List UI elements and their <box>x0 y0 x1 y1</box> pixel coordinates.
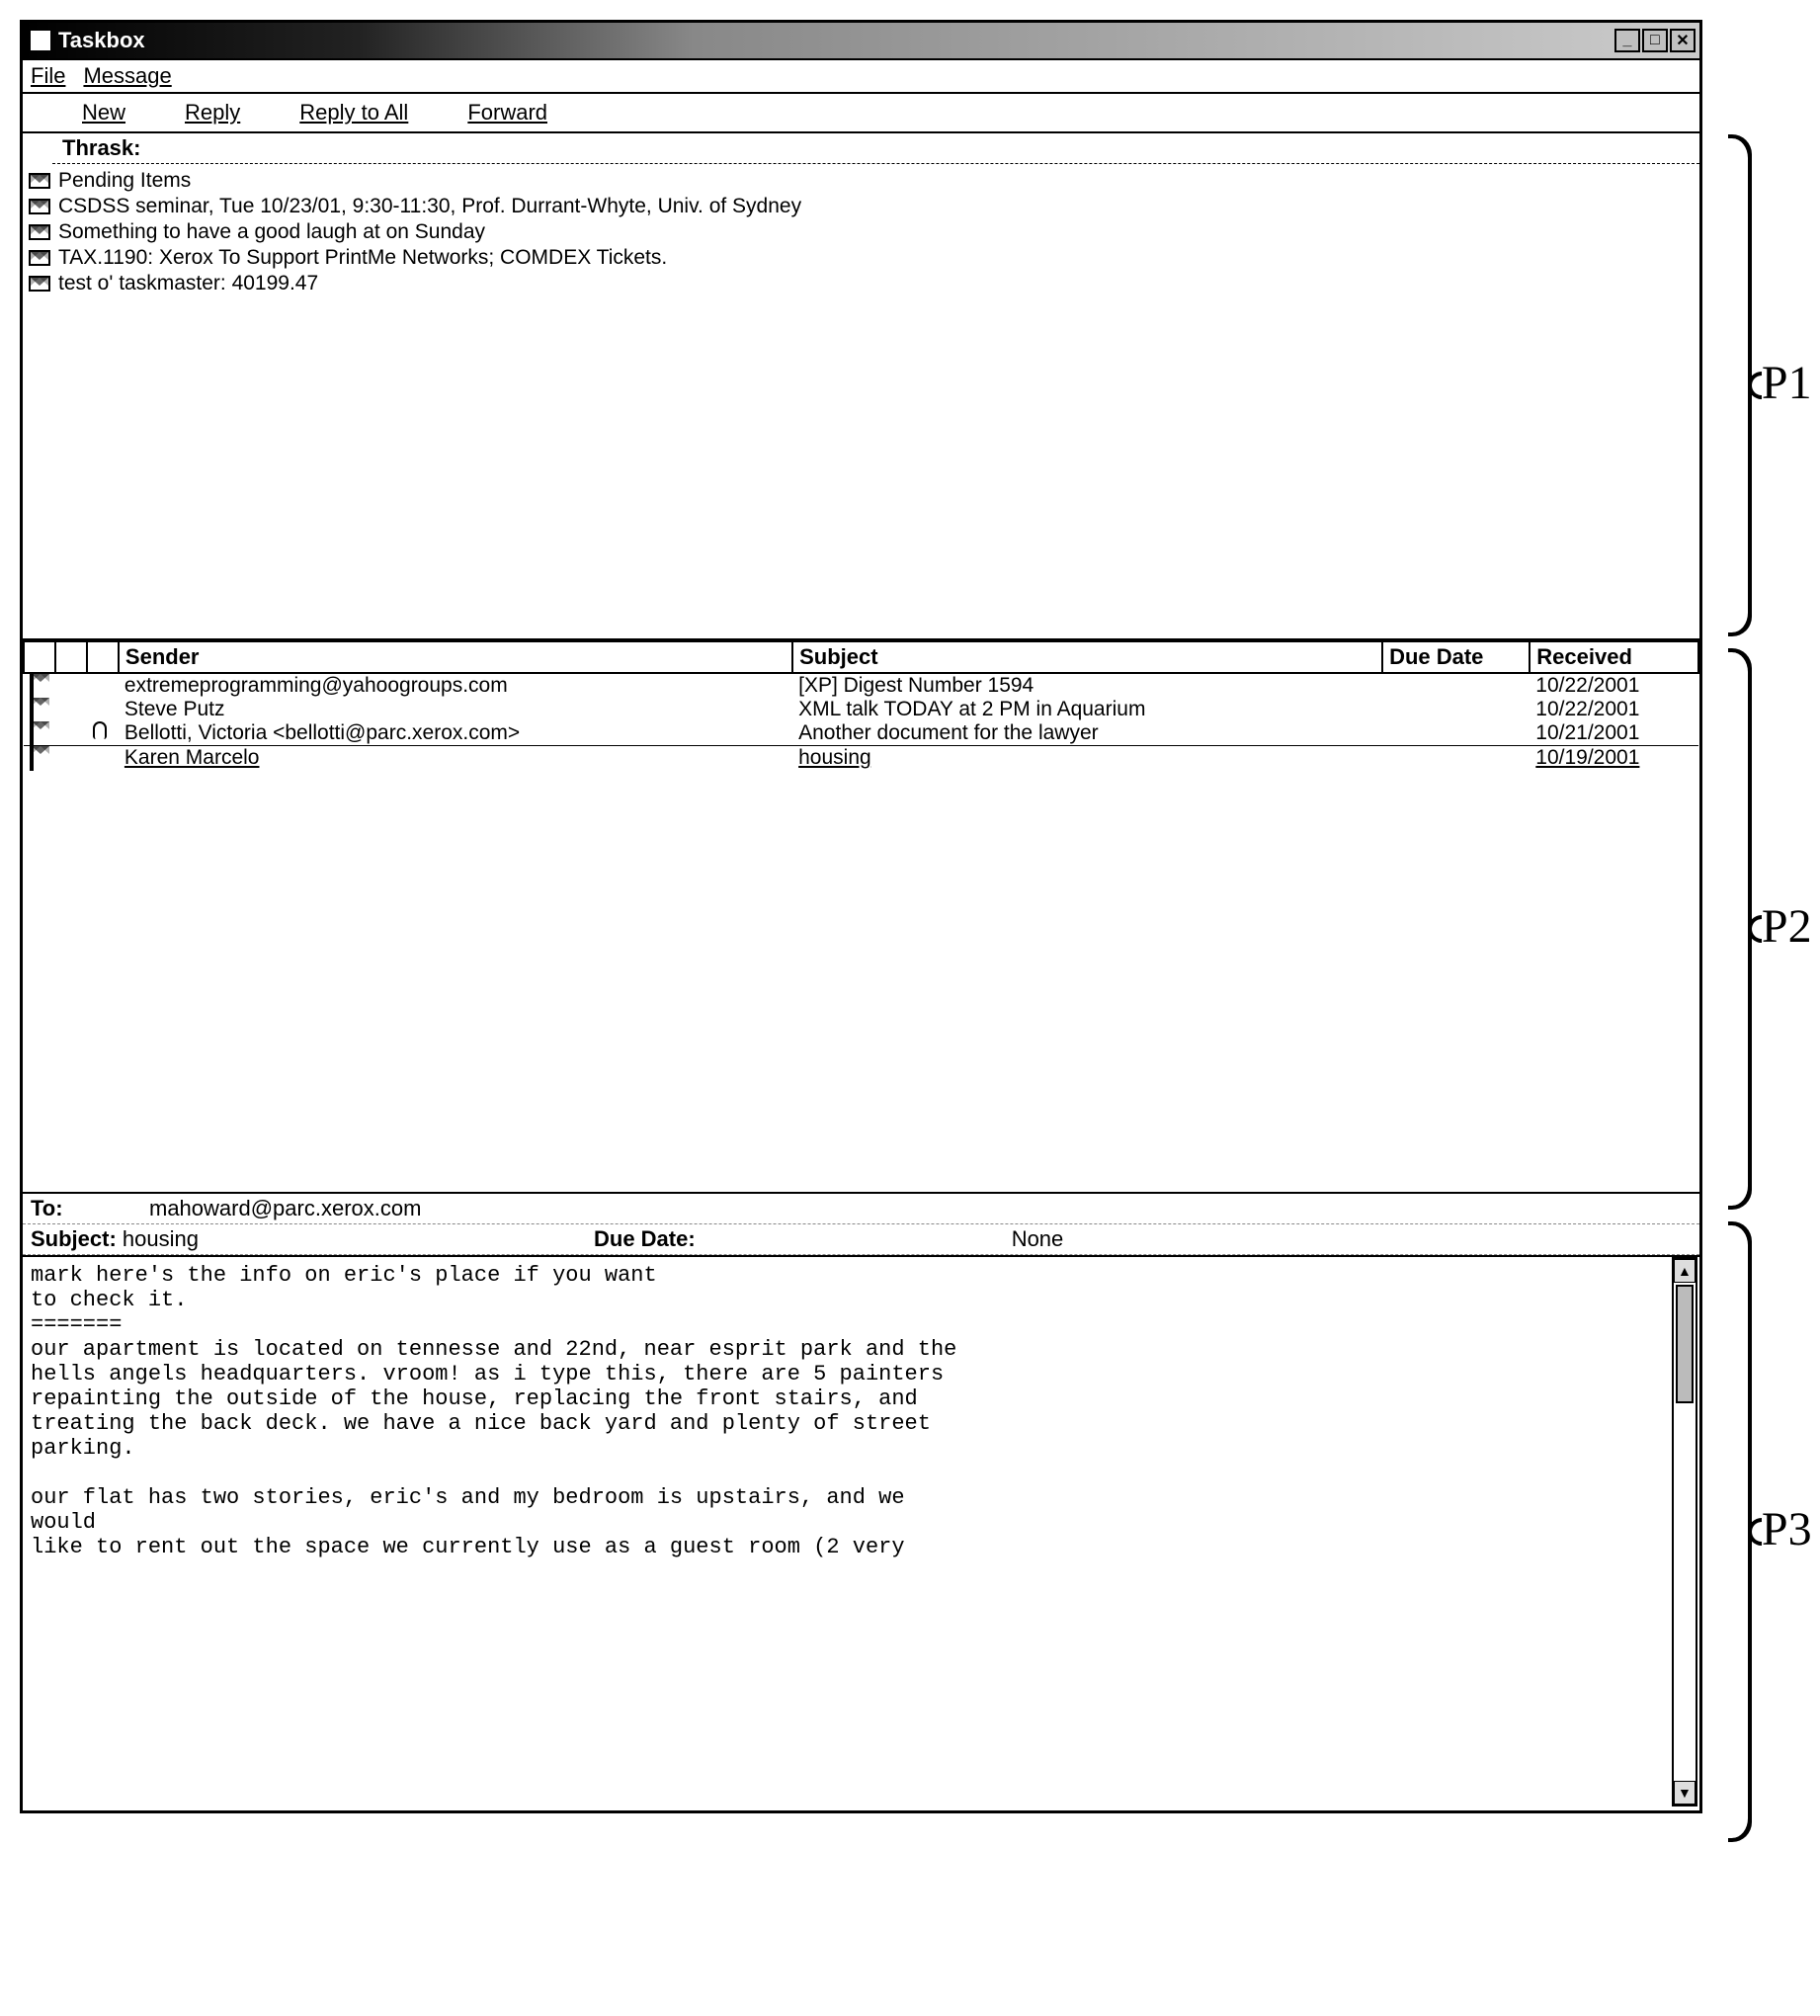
subject-value: housing <box>123 1226 199 1251</box>
window-controls: _ □ ✕ <box>1614 29 1696 52</box>
subject-label: Subject: <box>31 1226 117 1251</box>
table-header-row: Sender Subject Due Date Received <box>24 641 1698 673</box>
scroll-up-icon[interactable]: ▲ <box>1674 1259 1696 1283</box>
message-table: Sender Subject Due Date Received extreme… <box>23 640 1699 770</box>
col-subject[interactable]: Subject <box>792 641 1382 673</box>
to-value: mahoward@parc.xerox.com <box>149 1196 421 1221</box>
preview-header: To: mahoward@parc.xerox.com Subject: hou… <box>23 1194 1699 1257</box>
col-due[interactable]: Due Date <box>1382 641 1530 673</box>
mail-icon <box>29 224 50 240</box>
menubar: File Message <box>23 60 1699 94</box>
pane-annotations: P1 P2 P3 <box>1712 20 1800 1813</box>
due-date-label: Due Date: <box>594 1226 696 1252</box>
thrask-item-label: Something to have a good laugh at on Sun… <box>58 220 485 244</box>
cell-subject: [XP] Digest Number 1594 <box>792 673 1382 698</box>
col-status[interactable] <box>24 641 55 673</box>
thrask-item-label: test o' taskmaster: 40199.47 <box>58 272 318 295</box>
mail-icon <box>30 696 34 722</box>
cell-sender: Karen Marcelo <box>119 746 792 771</box>
thrask-item[interactable]: test o' taskmaster: 40199.47 <box>29 271 1694 296</box>
thrask-header: Thrask: <box>52 133 1699 164</box>
vertical-scrollbar[interactable]: ▲ ▼ <box>1672 1257 1697 1806</box>
col-icon[interactable] <box>55 641 87 673</box>
reply-all-button[interactable]: Reply to All <box>299 100 408 126</box>
reply-button[interactable]: Reply <box>185 100 240 126</box>
titlebar: Taskbox _ □ ✕ <box>23 23 1699 60</box>
due-date-value: None <box>1012 1226 1064 1252</box>
thrask-item-label: Pending Items <box>58 169 191 193</box>
cell-received: 10/22/2001 <box>1530 673 1698 698</box>
thrask-pane: Thrask: Pending Items CSDSS seminar, Tue… <box>23 133 1699 640</box>
app-window: Taskbox _ □ ✕ File Message New Reply Rep… <box>20 20 1702 1813</box>
label-p2: P2 <box>1762 899 1812 954</box>
minimize-button[interactable]: _ <box>1614 29 1640 52</box>
attachment-icon <box>93 721 107 739</box>
thrask-item[interactable]: TAX.1190: Xerox To Support PrintMe Netwo… <box>29 245 1694 271</box>
menu-message[interactable]: Message <box>83 63 171 89</box>
mail-icon <box>30 744 34 771</box>
label-p3: P3 <box>1762 1502 1812 1556</box>
message-body[interactable]: mark here's the info on eric's place if … <box>23 1257 1699 1810</box>
mail-icon <box>29 199 50 214</box>
cell-sender: Steve Putz <box>119 698 792 721</box>
table-row[interactable]: Karen Marcelo housing 10/19/2001 <box>24 746 1698 771</box>
preview-pane: To: mahoward@parc.xerox.com Subject: hou… <box>23 1194 1699 1810</box>
col-attach[interactable] <box>87 641 119 673</box>
message-list-pane: Sender Subject Due Date Received extreme… <box>23 640 1699 1194</box>
thrask-item[interactable]: CSDSS seminar, Tue 10/23/01, 9:30-11:30,… <box>29 194 1694 219</box>
scroll-down-icon[interactable]: ▼ <box>1674 1781 1696 1805</box>
mail-icon <box>30 672 34 699</box>
cell-subject: housing <box>792 746 1382 771</box>
thrask-item[interactable]: Something to have a good laugh at on Sun… <box>29 219 1694 245</box>
mail-icon <box>29 250 50 266</box>
maximize-button[interactable]: □ <box>1642 29 1668 52</box>
toolbar: New Reply Reply to All Forward <box>23 94 1699 133</box>
cell-sender: Bellotti, Victoria <bellotti@parc.xerox.… <box>119 721 792 746</box>
cell-sender: extremeprogramming@yahoogroups.com <box>119 673 792 698</box>
close-button[interactable]: ✕ <box>1670 29 1696 52</box>
table-row[interactable]: Bellotti, Victoria <bellotti@parc.xerox.… <box>24 721 1698 746</box>
table-row[interactable]: Steve Putz XML talk TODAY at 2 PM in Aqu… <box>24 698 1698 721</box>
cell-subject: XML talk TODAY at 2 PM in Aquarium <box>792 698 1382 721</box>
col-received[interactable]: Received <box>1530 641 1698 673</box>
cell-due <box>1382 721 1530 746</box>
new-button[interactable]: New <box>82 100 125 126</box>
window-title: Taskbox <box>58 28 145 53</box>
mail-icon <box>30 719 34 746</box>
cell-received: 10/19/2001 <box>1530 746 1698 771</box>
thrask-list[interactable]: Pending Items CSDSS seminar, Tue 10/23/0… <box>23 164 1699 638</box>
cell-received: 10/22/2001 <box>1530 698 1698 721</box>
cell-subject: Another document for the lawyer <box>792 721 1382 746</box>
to-label: To: <box>31 1196 129 1221</box>
app-icon <box>31 31 50 50</box>
scroll-thumb[interactable] <box>1676 1285 1694 1403</box>
thrask-item-label: TAX.1190: Xerox To Support PrintMe Netwo… <box>58 246 667 270</box>
cell-due <box>1382 698 1530 721</box>
mail-icon <box>29 276 50 292</box>
cell-due <box>1382 673 1530 698</box>
mail-icon <box>29 173 50 189</box>
table-row[interactable]: extremeprogramming@yahoogroups.com [XP] … <box>24 673 1698 698</box>
label-p1: P1 <box>1762 356 1812 410</box>
thrask-item[interactable]: Pending Items <box>29 168 1694 194</box>
menu-file[interactable]: File <box>31 63 65 89</box>
cell-due <box>1382 746 1530 771</box>
forward-button[interactable]: Forward <box>467 100 547 126</box>
thrask-item-label: CSDSS seminar, Tue 10/23/01, 9:30-11:30,… <box>58 195 801 218</box>
col-sender[interactable]: Sender <box>119 641 792 673</box>
cell-received: 10/21/2001 <box>1530 721 1698 746</box>
